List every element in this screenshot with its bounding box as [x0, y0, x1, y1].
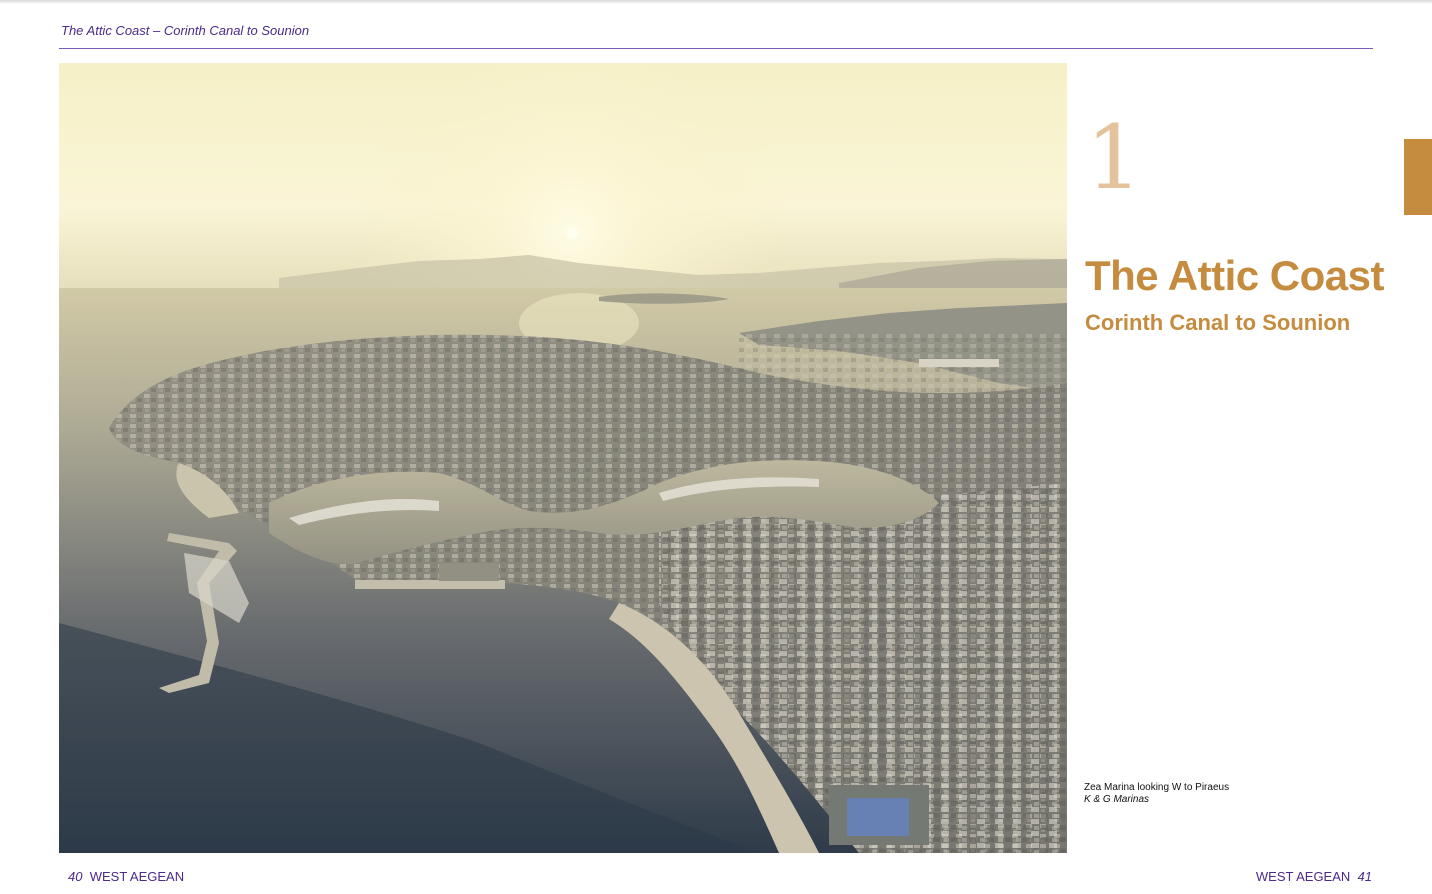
chapter-subtitle: Corinth Canal to Sounion	[1085, 310, 1351, 335]
right-book-title: WEST AEGEAN	[1255, 869, 1351, 884]
chapter-thumb-tab	[1404, 139, 1432, 215]
top-edge-shadow	[0, 0, 1432, 4]
book-spread: The Attic Coast – Corinth Canal to Souni…	[0, 0, 1432, 894]
chapter-title: The Attic Coast	[1085, 252, 1384, 299]
header-rule	[59, 48, 1373, 49]
right-page-number: 41	[1357, 869, 1372, 884]
left-folio: 40 WEST AEGEAN	[68, 869, 184, 884]
left-page-number: 40	[68, 869, 83, 884]
photo-credit: K & G Marinas	[1084, 794, 1150, 805]
running-head: The Attic Coast – Corinth Canal to Souni…	[61, 23, 310, 38]
left-book-title: WEST AEGEAN	[89, 869, 185, 884]
right-folio: WEST AEGEAN 41	[1256, 869, 1372, 884]
photo-caption: Zea Marina looking W to Piraeus K & G Ma…	[1084, 782, 1229, 806]
chapter-number: 1	[1086, 106, 1142, 209]
aerial-photo-zea-marina	[59, 63, 1067, 853]
caption-text: Zea Marina looking W to Piraeus	[1084, 782, 1230, 793]
